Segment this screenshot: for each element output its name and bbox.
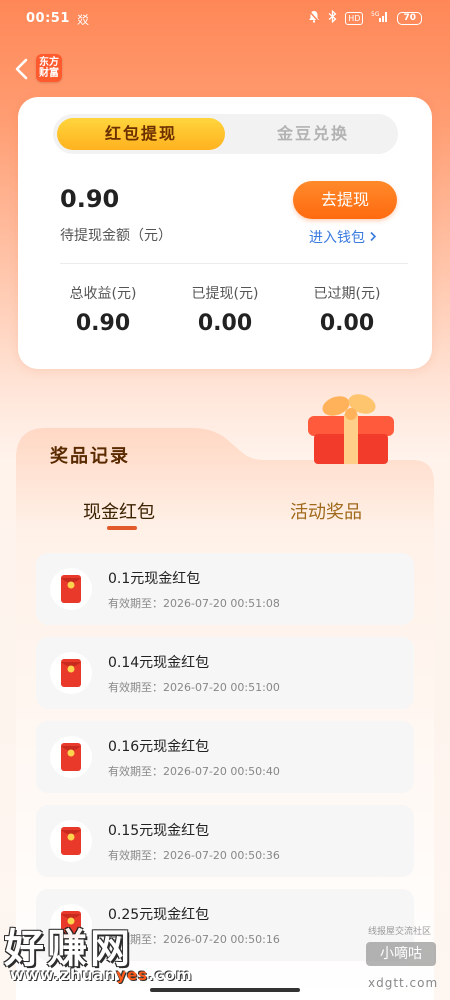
pending-amount-label: 待提现金额（元） xyxy=(60,228,172,244)
stat-withdrawn: 已提现(元) 0.00 xyxy=(165,283,285,336)
tab-red-packet-withdraw[interactable]: 红包提现 xyxy=(57,118,225,150)
bluetooth-icon xyxy=(328,9,337,27)
record-title: 0.15元现金红包 xyxy=(108,823,210,839)
stat-value: 0.00 xyxy=(197,311,253,336)
tab-cash-red-packet[interactable]: 现金红包 xyxy=(83,498,155,524)
withdraw-button[interactable]: 去提现 xyxy=(293,181,397,219)
list-item[interactable]: 0.14元现金红包有效期至：2026-07-20 00:51:00 xyxy=(36,637,414,709)
tab-gold-bean-exchange[interactable]: 金豆兑换 xyxy=(233,118,393,150)
record-expiry: 有效期至：2026-07-20 00:50:40 xyxy=(108,765,280,778)
stat-label: 已提现(元) xyxy=(191,286,259,302)
stat-total-earnings: 总收益(元) 0.90 xyxy=(43,283,163,336)
chevron-left-icon xyxy=(15,58,28,80)
status-icons: HD 5G 70 xyxy=(308,9,422,27)
red-packet-icon xyxy=(61,743,81,771)
list-item[interactable]: 0.16元现金红包有效期至：2026-07-20 00:50:40 xyxy=(36,721,414,793)
active-tab-underline xyxy=(107,526,137,530)
list-item[interactable]: 0.1元现金红包有效期至：2026-07-20 00:51:08 xyxy=(36,553,414,625)
prize-records-title: 奖品记录 xyxy=(50,446,130,467)
record-expiry: 有效期至：2026-07-20 00:50:16 xyxy=(108,933,280,946)
back-button[interactable] xyxy=(10,56,34,82)
gift-box-icon xyxy=(308,394,394,464)
record-title: 0.1元现金红包 xyxy=(108,571,201,587)
stat-expired: 已过期(元) 0.00 xyxy=(287,283,407,336)
red-packet-icon xyxy=(61,575,81,603)
home-indicator[interactable] xyxy=(150,988,300,992)
battery-icon: 70 xyxy=(397,12,422,25)
tab-activity-prizes[interactable]: 活动奖品 xyxy=(290,498,362,524)
watermark-url-prefix: www.zhuan xyxy=(10,966,117,984)
red-packet-icon xyxy=(61,659,81,687)
balance-card: 红包提现 金豆兑换 0.90 待提现金额（元） 去提现 进入钱包 总收益(元) … xyxy=(18,97,432,369)
red-packet-icon-wrap xyxy=(50,820,92,862)
brand-logo: 东方 财富 xyxy=(36,54,62,82)
watermark-badge: 小嘀咕 xyxy=(366,942,436,966)
list-item[interactable]: 0.15元现金红包有效期至：2026-07-20 00:50:36 xyxy=(36,805,414,877)
watermark-url-highlight: yes xyxy=(116,966,149,984)
pending-amount: 0.90 xyxy=(60,185,120,213)
tab-switch: 红包提现 金豆兑换 xyxy=(53,114,398,154)
brand-logo-line2: 财富 xyxy=(39,68,59,79)
record-expiry: 有效期至：2026-07-20 00:51:00 xyxy=(108,681,280,694)
watermark-small-url: xdgtt.com xyxy=(368,976,439,990)
status-notification-glyph: 㸚 xyxy=(77,13,90,27)
hd-icon: HD xyxy=(345,12,364,25)
watermark-url: www.zhuanyes.com xyxy=(10,966,193,984)
svg-text:5G: 5G xyxy=(371,11,380,18)
record-list: 0.1元现金红包有效期至：2026-07-20 00:51:08 0.14元现金红… xyxy=(36,553,414,973)
record-expiry: 有效期至：2026-07-20 00:51:08 xyxy=(108,597,280,610)
watermark-community-text: 线报屋交流社区 xyxy=(368,927,432,937)
status-bar: 00:51 㸚 HD 5G 70 xyxy=(0,0,450,40)
red-packet-icon-wrap xyxy=(50,568,92,610)
record-title: 0.16元现金红包 xyxy=(108,739,210,755)
stat-label: 已过期(元) xyxy=(313,286,381,302)
red-packet-icon xyxy=(61,827,81,855)
record-expiry: 有效期至：2026-07-20 00:50:36 xyxy=(108,849,280,862)
stat-value: 0.00 xyxy=(319,311,375,336)
chevron-right-icon xyxy=(370,231,377,242)
enter-wallet-link[interactable]: 进入钱包 xyxy=(309,227,377,247)
divider xyxy=(60,263,408,264)
red-packet-icon-wrap xyxy=(50,652,92,694)
stat-value: 0.90 xyxy=(75,311,131,336)
enter-wallet-label: 进入钱包 xyxy=(309,230,365,246)
stat-label: 总收益(元) xyxy=(69,286,137,302)
brand-logo-line1: 东方 xyxy=(39,57,59,68)
mute-bell-icon xyxy=(308,10,320,27)
red-packet-icon-wrap xyxy=(50,736,92,778)
watermark-url-suffix: .com xyxy=(148,966,193,984)
record-title: 0.14元现金红包 xyxy=(108,655,210,671)
signal-icon: 5G xyxy=(371,10,389,27)
status-time: 00:51 xyxy=(26,11,70,26)
prize-records-section: 奖品记录 现金红包 活动奖品 0.1元现金红包有效期至：2026-07-20 0… xyxy=(16,428,434,1000)
